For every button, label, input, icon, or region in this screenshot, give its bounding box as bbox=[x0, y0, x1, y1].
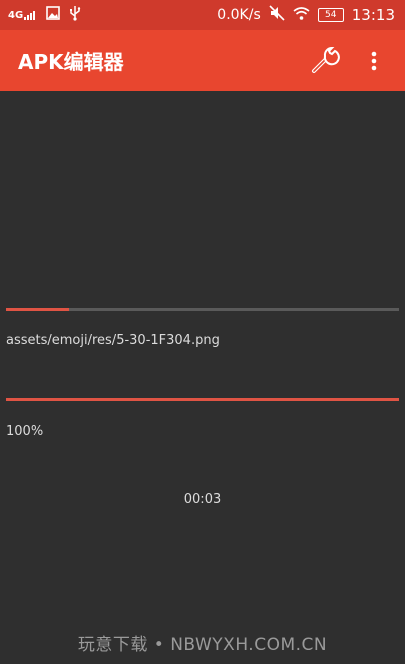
app-toolbar: APK编辑器 bbox=[0, 30, 405, 91]
battery-icon: 54 bbox=[317, 8, 344, 22]
network-type: 4G bbox=[8, 9, 24, 21]
current-file-path: assets/emoji/res/5-30-1F304.png bbox=[6, 333, 220, 348]
watermark: 玩意下载 • NBWYXH.COM.CN bbox=[77, 635, 328, 655]
signal-icon: 4G bbox=[8, 10, 38, 21]
status-bar: 4G 0.0K/s 54 13:13 bbox=[0, 0, 405, 30]
elapsed-time: 00:03 bbox=[183, 492, 222, 507]
overall-progress-bar bbox=[6, 398, 399, 401]
wrench-icon[interactable] bbox=[309, 44, 343, 78]
app-title: APK编辑器 bbox=[18, 50, 124, 74]
progress-percent: 100% bbox=[6, 424, 44, 439]
wifi-icon bbox=[293, 6, 310, 24]
mute-icon bbox=[269, 5, 285, 25]
net-speed: 0.0K/s bbox=[217, 7, 261, 23]
clock: 13:13 bbox=[351, 6, 395, 24]
more-vert-icon[interactable] bbox=[357, 44, 391, 78]
image-icon bbox=[46, 6, 60, 24]
usb-icon bbox=[68, 5, 82, 25]
overall-progress-fill bbox=[6, 398, 399, 401]
file-progress-bar bbox=[6, 308, 399, 311]
file-progress-fill bbox=[6, 308, 69, 311]
